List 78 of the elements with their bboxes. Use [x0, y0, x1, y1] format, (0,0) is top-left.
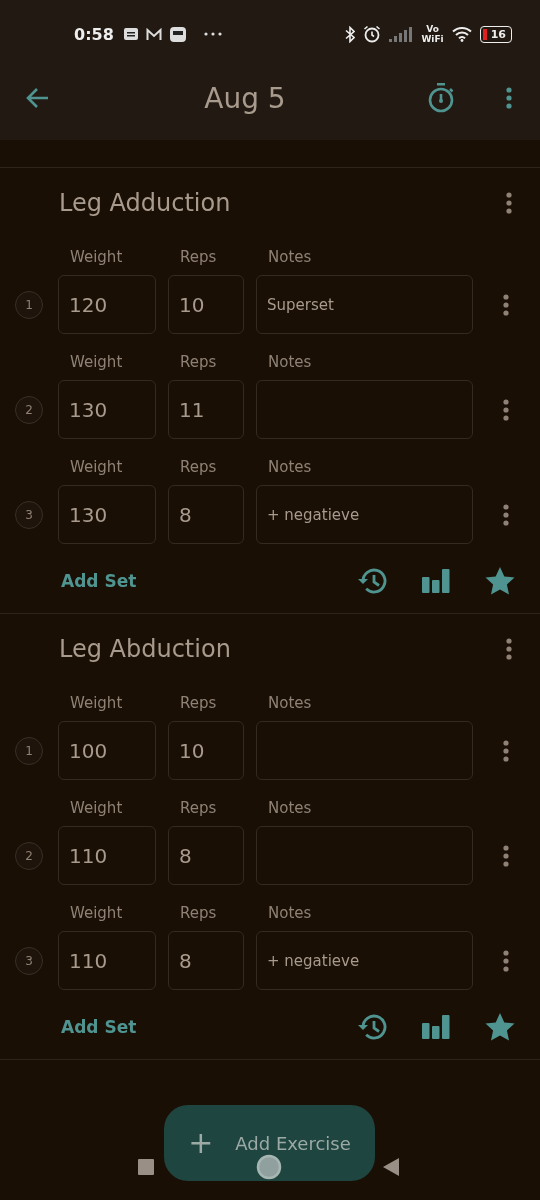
vowifi-label: Vo WiFi — [421, 24, 444, 44]
weight-field[interactable]: 130 — [58, 380, 156, 439]
weight-field[interactable]: 100 — [58, 721, 156, 780]
signal-icon — [389, 26, 414, 42]
wifi-icon — [451, 26, 472, 42]
add-set-button[interactable]: Add Set — [61, 1017, 137, 1037]
exercise-menu-icon[interactable] — [506, 192, 512, 214]
add-set-button[interactable]: Add Set — [61, 571, 137, 591]
bar-chart-icon[interactable] — [422, 1015, 450, 1039]
exercise-name: Leg Adduction — [59, 189, 231, 217]
set-number-badge: 3 — [15, 500, 43, 529]
battery-indicator: 16 — [479, 25, 512, 43]
back-arrow-icon[interactable] — [26, 87, 50, 109]
more-notifications-icon — [203, 32, 222, 36]
home-icon[interactable] — [256, 1154, 282, 1180]
notes-field[interactable]: + negatieve — [256, 931, 473, 990]
reps-field[interactable]: 10 — [168, 721, 244, 780]
set-menu-icon[interactable] — [503, 503, 509, 526]
star-icon[interactable] — [485, 1013, 515, 1041]
mail-icon — [145, 27, 162, 41]
status-time: 0:58 — [74, 24, 114, 44]
weight-field[interactable]: 110 — [58, 826, 156, 885]
set-menu-icon[interactable] — [503, 739, 509, 762]
weight-field[interactable]: 120 — [58, 275, 156, 334]
weight-field[interactable]: 110 — [58, 931, 156, 990]
set-number-badge: 1 — [15, 736, 43, 765]
notes-label: Notes — [268, 799, 312, 817]
weight-label: Weight — [70, 353, 124, 371]
reps-label: Reps — [180, 248, 218, 266]
bluetooth-icon — [345, 25, 356, 43]
reps-label: Reps — [180, 458, 218, 476]
weight-label: Weight — [70, 799, 124, 817]
set-number-badge: 1 — [15, 290, 43, 319]
notes-label: Notes — [268, 458, 312, 476]
stopwatch-icon[interactable] — [428, 83, 454, 113]
history-icon[interactable] — [357, 567, 387, 595]
exercise-name: Leg Abduction — [59, 635, 231, 663]
back-icon[interactable] — [383, 1158, 399, 1176]
reps-field[interactable]: 8 — [168, 485, 244, 544]
more-options-icon[interactable] — [506, 87, 512, 109]
ad-blocker-icon — [169, 26, 186, 42]
reps-label: Reps — [180, 799, 218, 817]
notification-icon — [123, 28, 138, 40]
notes-field[interactable] — [256, 721, 473, 780]
exercise-menu-icon[interactable] — [506, 638, 512, 660]
reps-label: Reps — [180, 353, 218, 371]
weight-label: Weight — [70, 904, 124, 922]
reps-field[interactable]: 10 — [168, 275, 244, 334]
set-menu-icon[interactable] — [503, 398, 509, 421]
notes-label: Notes — [268, 694, 312, 712]
notes-field[interactable] — [256, 826, 473, 885]
reps-field[interactable]: 8 — [168, 826, 244, 885]
reps-field[interactable]: 8 — [168, 931, 244, 990]
set-menu-icon[interactable] — [503, 949, 509, 972]
reps-label: Reps — [180, 694, 218, 712]
history-icon[interactable] — [357, 1013, 387, 1041]
alarm-icon — [363, 25, 382, 43]
weight-label: Weight — [70, 248, 124, 266]
notes-label: Notes — [268, 248, 312, 266]
bar-chart-icon[interactable] — [422, 569, 450, 593]
weight-label: Weight — [70, 694, 124, 712]
notes-label: Notes — [268, 353, 312, 371]
set-number-badge: 2 — [15, 841, 43, 870]
notes-label: Notes — [268, 904, 312, 922]
set-number-badge: 3 — [15, 946, 43, 975]
notes-field[interactable]: + negatieve — [256, 485, 473, 544]
screen-title: Aug 5 — [203, 81, 287, 115]
star-icon[interactable] — [485, 567, 515, 595]
weight-label: Weight — [70, 458, 124, 476]
reps-field[interactable]: 11 — [168, 380, 244, 439]
set-number-badge: 2 — [15, 395, 43, 424]
set-menu-icon[interactable] — [503, 293, 509, 316]
set-menu-icon[interactable] — [503, 844, 509, 867]
notes-field[interactable]: Superset — [256, 275, 473, 334]
notes-field[interactable] — [256, 380, 473, 439]
reps-label: Reps — [180, 904, 218, 922]
add-exercise-button[interactable]: + Add Exercise — [164, 1105, 375, 1181]
weight-field[interactable]: 130 — [58, 485, 156, 544]
